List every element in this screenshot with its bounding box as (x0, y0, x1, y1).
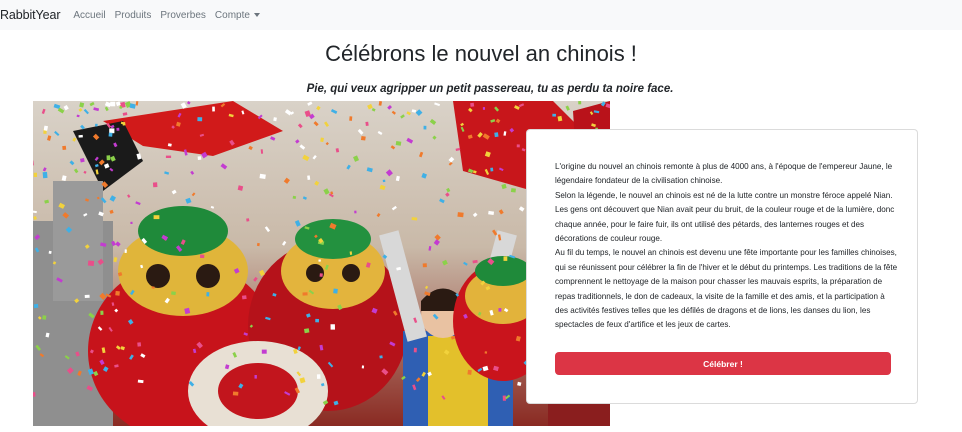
navbar: RabbitYear Accueil Produits Proverbes Co… (0, 0, 962, 30)
new-year-photo (33, 101, 610, 426)
card-paragraph-legend: Selon la légende, le nouvel an chinois e… (555, 190, 895, 244)
nav-link-accueil[interactable]: Accueil (73, 10, 105, 21)
page-title: Célébrons le nouvel an chinois ! (325, 41, 637, 66)
card-paragraph-origin: L'origine du nouvel an chinois remonte à… (555, 162, 893, 186)
nav-dropdown-compte[interactable]: Compte (215, 10, 260, 21)
card-paragraph-traditions: Au fil du temps, le nouvel an chinois es… (555, 248, 898, 330)
nav-link-proverbes[interactable]: Proverbes (160, 10, 206, 21)
photo-illustration (33, 101, 610, 426)
nav-link-produits[interactable]: Produits (115, 10, 152, 21)
brand-link[interactable]: RabbitYear (0, 8, 60, 22)
caret-down-icon (253, 13, 260, 17)
celebrate-button[interactable]: Célébrer ! (555, 352, 891, 375)
card-text: L'origine du nouvel an chinois remonte à… (555, 160, 899, 333)
origin-card: L'origine du nouvel an chinois remonte à… (526, 129, 918, 404)
proverb-text: Pie, qui veux agripper un petit passerea… (306, 83, 674, 95)
nav-dropdown-label: Compte (214, 9, 250, 21)
